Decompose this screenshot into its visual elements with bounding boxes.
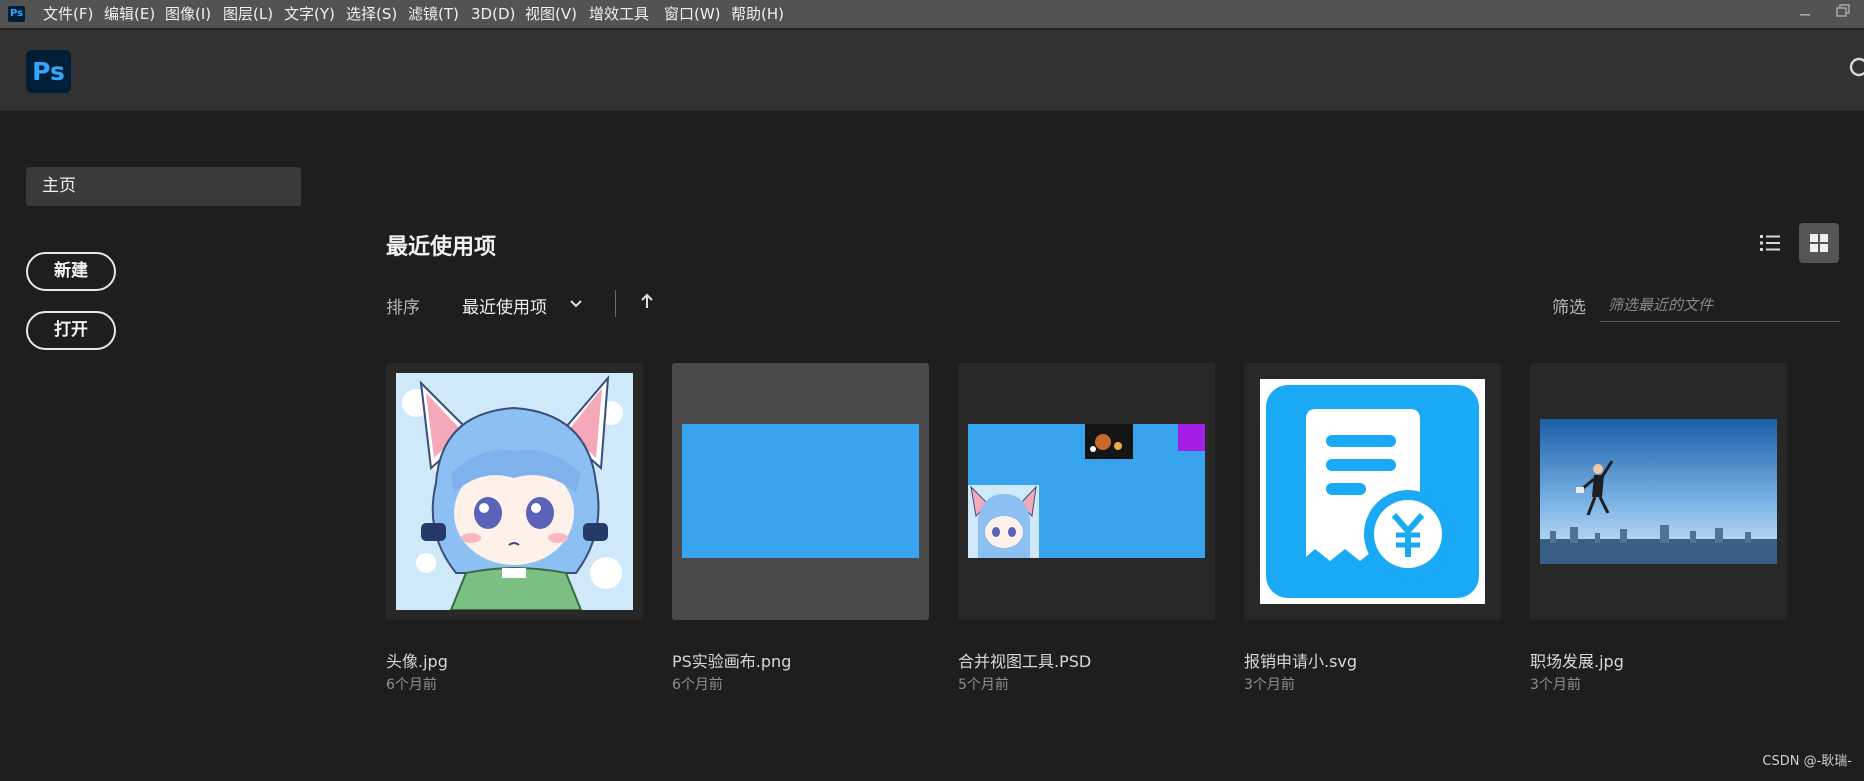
sort-dropdown[interactable]: 最近使用项 [462, 293, 547, 318]
watermark: CSDN @-耿瑞- [1762, 754, 1852, 769]
file-modified-time: 6个月前 [386, 677, 437, 693]
menu-image[interactable]: 图像(I) [165, 0, 211, 29]
restore-icon [1836, 4, 1850, 17]
sort-divider [615, 290, 616, 317]
home-header: Ps [0, 30, 1864, 111]
menu-layer[interactable]: 图层(L) [223, 0, 273, 29]
list-view-icon [1760, 235, 1780, 251]
filter-input[interactable] [1600, 288, 1840, 322]
sort-label: 排序 [386, 298, 420, 318]
filter-label: 筛选 [1552, 298, 1586, 318]
new-button[interactable]: 新建 [26, 252, 116, 291]
file-modified-time: 3个月前 [1530, 677, 1581, 693]
blue-canvas-thumbnail [682, 424, 919, 558]
grid-view-button[interactable] [1799, 223, 1839, 263]
minimize-icon [1800, 14, 1810, 16]
recent-section-title: 最近使用项 [386, 235, 497, 260]
menu-window[interactable]: 窗口(W) [664, 0, 721, 29]
sort-direction-arrow-up-icon[interactable] [639, 292, 655, 310]
merged-view-thumbnail [968, 424, 1205, 558]
menu-type[interactable]: 文字(Y) [284, 0, 335, 29]
file-name[interactable]: 报销申请小.svg [1244, 648, 1357, 672]
menu-file[interactable]: 文件(F) [43, 0, 93, 29]
recent-file-card[interactable] [1530, 363, 1787, 620]
search-icon[interactable] [1848, 56, 1864, 82]
file-modified-time: 6个月前 [672, 677, 723, 693]
file-modified-time: 3个月前 [1244, 677, 1295, 693]
minimize-button[interactable] [1790, 2, 1820, 26]
recent-file-card[interactable] [672, 363, 929, 620]
receipt-yen-thumbnail [1260, 379, 1485, 604]
file-name[interactable]: 合并视图工具.PSD [958, 648, 1091, 672]
menu-bar: Ps 文件(F) 编辑(E) 图像(I) 图层(L) 文字(Y) 选择(S) 滤… [0, 0, 1864, 29]
menu-select[interactable]: 选择(S) [346, 0, 397, 29]
sidebar-item-home[interactable]: 主页 [26, 167, 301, 206]
menu-edit[interactable]: 编辑(E) [104, 0, 155, 29]
recent-file-card[interactable] [958, 363, 1215, 620]
menu-3d[interactable]: 3D(D) [471, 0, 515, 29]
menu-view[interactable]: 视图(V) [525, 0, 577, 29]
menu-plugins[interactable]: 增效工具 [589, 0, 649, 29]
file-name[interactable]: PS实验画布.png [672, 648, 791, 672]
avatar-thumbnail [396, 373, 633, 610]
open-button[interactable]: 打开 [26, 311, 116, 350]
list-view-button[interactable] [1750, 223, 1790, 263]
career-photo-thumbnail [1540, 419, 1777, 564]
photoshop-app-icon: Ps [8, 6, 25, 22]
file-modified-time: 5个月前 [958, 677, 1009, 693]
restore-button[interactable] [1828, 2, 1858, 26]
photoshop-logo: Ps [26, 50, 71, 93]
chevron-down-icon[interactable] [568, 296, 584, 312]
file-name[interactable]: 头像.jpg [386, 648, 448, 672]
menu-help[interactable]: 帮助(H) [731, 0, 784, 29]
menu-filter[interactable]: 滤镜(T) [408, 0, 459, 29]
file-name[interactable]: 职场发展.jpg [1530, 648, 1624, 672]
recent-file-card[interactable] [386, 363, 643, 620]
grid-view-icon [1810, 234, 1828, 252]
recent-file-card[interactable] [1244, 363, 1501, 620]
